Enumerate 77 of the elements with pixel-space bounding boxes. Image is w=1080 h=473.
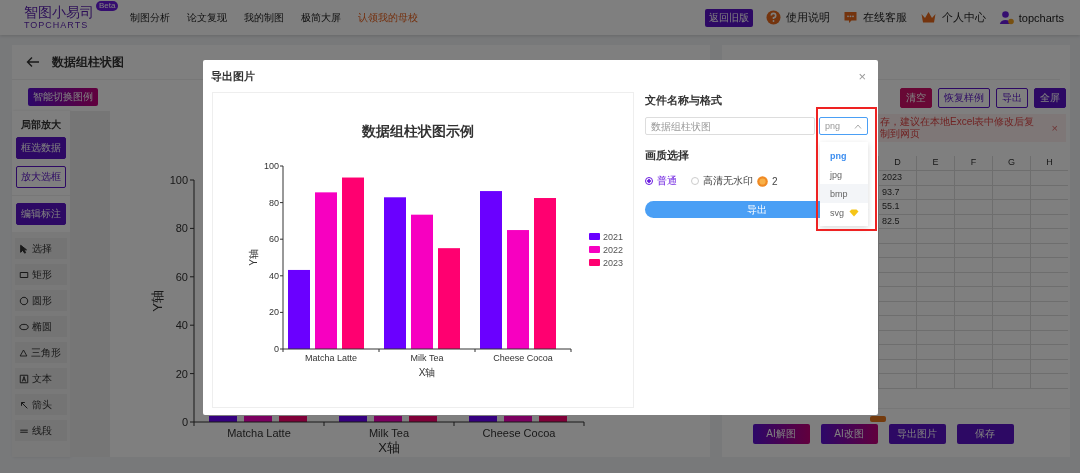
legend-label: 2021 (603, 232, 624, 242)
category-label: Milk Tea (410, 353, 444, 363)
nav-link[interactable]: 论文复现 (187, 10, 227, 25)
axis-title: Y轴 (150, 290, 165, 312)
legend-switch-button[interactable]: 智能切换图例 (28, 88, 98, 106)
section-title: 局部放大 (21, 118, 61, 132)
action-button[interactable]: 导出图片 (888, 423, 946, 444)
nav-link[interactable]: 极简大屏 (301, 10, 341, 25)
shape-tool[interactable]: 三角形 (15, 342, 67, 363)
shape-tool[interactable]: 圆形 (15, 290, 67, 311)
column-header: H (1030, 156, 1068, 170)
axis-title: X轴 (418, 367, 436, 378)
tool-button[interactable]: 放大选框 (16, 166, 66, 188)
category-label: Matcha Latte (227, 427, 291, 439)
axis-title: Y轴 (248, 249, 259, 266)
quality-radio[interactable]: 普通 (645, 174, 677, 188)
axis-tick-label: 80 (269, 197, 279, 208)
category-label: Matcha Latte (305, 353, 357, 363)
shape-tool[interactable]: 椭圆 (15, 316, 67, 337)
dropdown-option[interactable]: jpg (820, 165, 868, 184)
alert-text: 存，建议在本地Excel表中修改后复制到网页 (880, 116, 1036, 140)
action-button[interactable]: AI解图 (752, 423, 810, 444)
axis-tick-label: 100 (263, 161, 279, 171)
action-button[interactable]: AI改图 (820, 423, 878, 444)
section-title: 文件名称与格式 (645, 93, 722, 108)
axis-tick-label: 0 (274, 344, 279, 354)
dropdown-option[interactable]: png (820, 146, 868, 165)
page-title: 数据组柱状图 (52, 53, 124, 71)
category-label: Cheese Cocoa (493, 353, 553, 363)
old-version-button[interactable]: 返回旧版 (704, 8, 753, 27)
nav-link[interactable]: 我的制图 (244, 10, 284, 25)
axis-tick-label: 40 (269, 270, 279, 281)
format-select[interactable]: png (819, 117, 868, 135)
axis-tick-label: 40 (175, 319, 188, 332)
beta-badge: Beta (96, 1, 119, 11)
axis-tick-label: 20 (269, 307, 279, 318)
header-link[interactable]: 在线客服 (862, 10, 907, 25)
axis-tick-label: 80 (175, 222, 188, 235)
panel-button[interactable]: 导出 (996, 88, 1028, 108)
shape-tool[interactable]: 选择 (15, 238, 67, 259)
column-header: E (916, 156, 954, 170)
close-button[interactable]: × (854, 68, 870, 84)
category-label: Cheese Cocoa (482, 427, 556, 439)
action-button[interactable]: 保存 (956, 423, 1014, 444)
nav-link[interactable]: 制图分析 (130, 10, 170, 25)
legend-label: 2023 (603, 258, 624, 268)
legend-label: 2022 (603, 245, 624, 255)
axis-tick-label: 60 (175, 270, 188, 283)
section-title: 画质选择 (645, 148, 689, 163)
panel-button[interactable]: 清空 (900, 88, 932, 108)
header-link[interactable]: 个人中心 (941, 10, 986, 25)
dropdown-option[interactable]: bmp (820, 184, 868, 203)
shape-tool[interactable]: 文本 (15, 368, 67, 389)
column-header: G (992, 156, 1030, 170)
axis-tick-label: 100 (169, 174, 188, 186)
header-link[interactable]: topcharts (1018, 11, 1064, 24)
tool-button[interactable]: 编辑标注 (16, 203, 66, 225)
filename-input[interactable]: 数据组柱状图 (645, 117, 815, 135)
quality-radio[interactable]: 高清无水印 2 (691, 174, 778, 188)
axis-tick-label: 60 (269, 234, 279, 245)
axis-tick-label: 20 (175, 367, 188, 380)
chart-title: 数据组柱状图示例 (362, 123, 474, 139)
dialog-title: 导出图片 (211, 68, 255, 84)
panel-button[interactable]: 恢复样例 (938, 88, 990, 108)
shape-tool[interactable]: 箭头 (15, 394, 67, 415)
nav-link[interactable]: 认领我的母校 (358, 10, 418, 25)
shape-tool[interactable]: 线段 (15, 420, 67, 441)
panel-button[interactable]: 全屏 (1034, 88, 1066, 108)
axis-title: X轴 (378, 440, 400, 455)
column-header: F (954, 156, 992, 170)
tool-button[interactable]: 框选数据 (16, 137, 66, 159)
shape-tool[interactable]: 矩形 (15, 264, 67, 285)
logo-subtitle: TOPCHARTS (24, 20, 90, 30)
category-label: Milk Tea (368, 427, 410, 439)
header-link[interactable]: 使用说明 (785, 10, 830, 25)
axis-tick-label: 0 (181, 416, 188, 428)
close-button[interactable]: × (1051, 122, 1058, 134)
